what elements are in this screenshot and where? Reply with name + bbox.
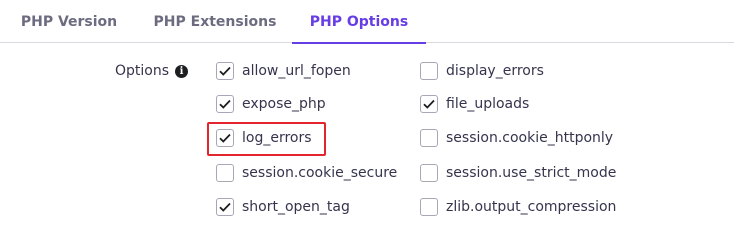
option-session-cookie-secure[interactable]: session.cookie_secure	[216, 163, 397, 183]
checkbox-zlib-output-compression[interactable]	[420, 198, 438, 216]
checkbox-short-open-tag[interactable]	[216, 198, 234, 216]
tab-bar: PHP Version PHP Extensions PHP Options	[0, 0, 734, 44]
option-label: session.cookie_httponly	[446, 130, 614, 146]
checkbox-session-cookie-secure[interactable]	[216, 164, 234, 182]
option-file-uploads[interactable]: file_uploads	[420, 94, 529, 114]
tab-php-version[interactable]: PHP Version	[0, 0, 138, 43]
checkbox-file-uploads[interactable]	[420, 95, 438, 113]
option-expose-php[interactable]: expose_php	[216, 94, 326, 114]
checkbox-allow-url-fopen[interactable]	[216, 62, 234, 80]
options-label-text: Options	[114, 63, 169, 79]
option-session-cookie-httponly[interactable]: session.cookie_httponly	[420, 128, 613, 148]
checkbox-expose-php[interactable]	[216, 95, 234, 113]
option-label: display_errors	[446, 63, 544, 79]
option-label: zlib.output_compression	[446, 199, 617, 215]
checkbox-session-use-strict-mode[interactable]	[420, 164, 438, 182]
tab-php-options[interactable]: PHP Options	[292, 0, 426, 44]
option-label: session.cookie_secure	[242, 165, 398, 181]
checkbox-display-errors[interactable]	[420, 62, 438, 80]
option-zlib-output-compression[interactable]: zlib.output_compression	[420, 197, 616, 217]
checkbox-session-cookie-httponly[interactable]	[420, 129, 438, 147]
options-label: Options i	[100, 62, 188, 80]
option-label: allow_url_fopen	[242, 63, 351, 79]
option-label: short_open_tag	[242, 199, 350, 215]
tab-php-extensions[interactable]: PHP Extensions	[138, 0, 292, 43]
option-short-open-tag[interactable]: short_open_tag	[216, 197, 350, 217]
option-display-errors[interactable]: display_errors	[420, 61, 544, 81]
option-label: session.use_strict_mode	[446, 165, 617, 181]
option-session-use-strict-mode[interactable]: session.use_strict_mode	[420, 163, 616, 183]
highlight-box	[207, 122, 326, 156]
option-allow-url-fopen[interactable]: allow_url_fopen	[216, 61, 351, 81]
info-icon[interactable]: i	[175, 64, 188, 78]
option-label: file_uploads	[446, 96, 530, 112]
option-label: expose_php	[242, 96, 326, 112]
